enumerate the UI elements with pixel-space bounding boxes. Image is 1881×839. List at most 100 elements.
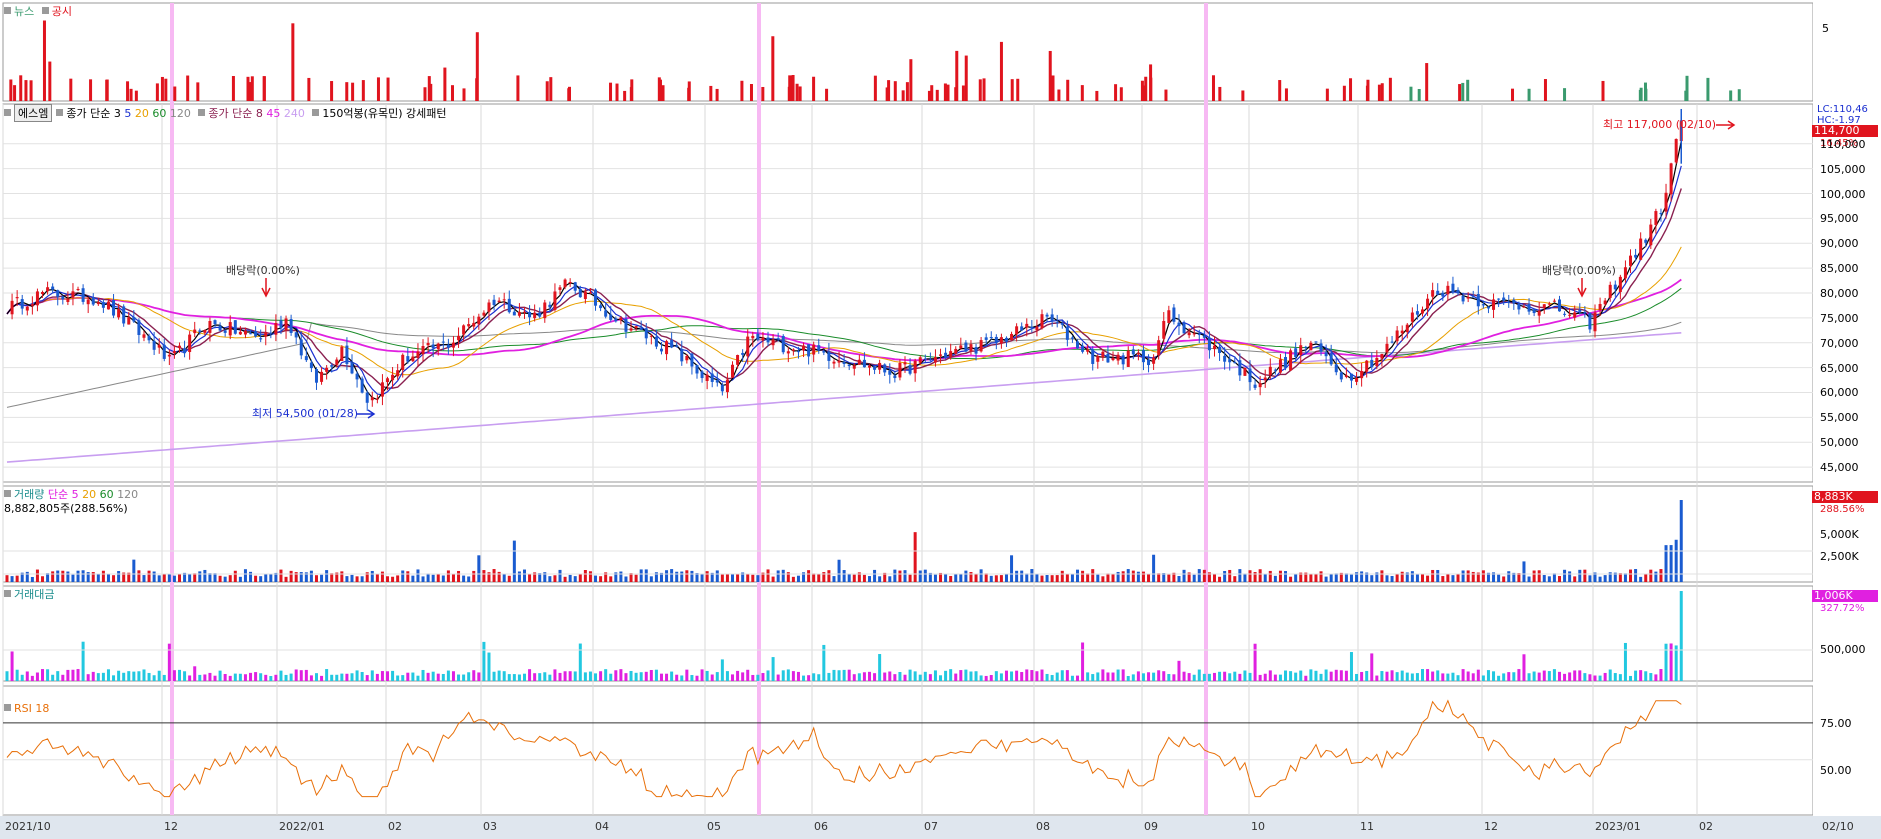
amount-bar xyxy=(1527,673,1531,681)
disclosure-bar xyxy=(1458,84,1462,101)
candle-body xyxy=(1289,350,1293,371)
disclosure-bar xyxy=(307,77,311,101)
candle-body xyxy=(411,356,415,362)
candle-body xyxy=(1436,290,1440,295)
volume-bar xyxy=(583,570,587,582)
amount-bar xyxy=(654,669,658,681)
amount-bar xyxy=(1141,673,1145,681)
amount-bar xyxy=(304,669,308,681)
candle-body xyxy=(563,279,567,288)
amount-bar xyxy=(451,671,455,681)
candle-body xyxy=(35,291,39,306)
candle-body xyxy=(1563,313,1567,315)
disclosure-bar xyxy=(1057,89,1061,101)
news-y-tick: 5 xyxy=(1822,22,1829,35)
x-tick-label: 03 xyxy=(483,820,497,833)
volume-bar xyxy=(1223,570,1227,582)
volume-bar xyxy=(1426,575,1430,582)
candle-body xyxy=(203,330,207,333)
candle-body xyxy=(71,291,75,298)
candle-body xyxy=(350,362,354,374)
disclosure-bar xyxy=(787,86,791,101)
amount-bar xyxy=(1020,672,1024,681)
candle-body xyxy=(822,351,826,353)
low-note: 최저 54,500 (01/28) xyxy=(252,407,359,420)
candle-body xyxy=(492,299,496,306)
disclosure-bar xyxy=(946,84,950,101)
candle-body xyxy=(46,287,50,292)
amount-bar xyxy=(933,670,937,681)
ma-20: 20 xyxy=(134,107,149,120)
disclosure-bar xyxy=(795,83,799,101)
disclosure-bar xyxy=(1016,78,1020,101)
volume-bar xyxy=(467,576,471,582)
volume-bar xyxy=(106,573,110,582)
volume-bar xyxy=(933,574,937,582)
volume-bar xyxy=(446,570,450,582)
candle-body xyxy=(807,344,811,357)
candle-body xyxy=(629,328,633,331)
disclosure-bar xyxy=(901,90,905,101)
x-tick-label: 02 xyxy=(388,820,402,833)
volume-bar xyxy=(330,573,334,582)
amount-bar xyxy=(659,673,663,681)
amount-bar xyxy=(46,669,50,681)
amount-bar xyxy=(1238,673,1242,681)
amount-bar xyxy=(649,669,653,681)
candle-body xyxy=(710,373,714,382)
volume-bar xyxy=(360,576,364,582)
stock-name-tab[interactable]: 에스엠 xyxy=(14,104,53,122)
candle-body xyxy=(1309,342,1313,351)
high-arrow xyxy=(1716,120,1736,130)
volume-bar xyxy=(269,574,273,582)
volume-bar xyxy=(837,559,841,582)
candle-body xyxy=(1456,289,1460,294)
volume-bar xyxy=(675,571,679,582)
candle-body xyxy=(1060,322,1064,325)
candle-body xyxy=(1045,314,1049,317)
disclosure-bar xyxy=(1010,79,1014,101)
amount-bar xyxy=(1395,672,1399,681)
candle-body xyxy=(137,320,141,335)
amount-bar xyxy=(391,670,395,681)
volume-bar xyxy=(756,575,760,582)
disclosure-bar xyxy=(749,84,753,101)
disclosure-bar xyxy=(164,78,168,101)
volume-bar xyxy=(1431,569,1435,582)
volume-bar xyxy=(243,569,247,582)
candle-body xyxy=(436,343,440,350)
amount-bar xyxy=(1634,670,1638,681)
disclosure-bar xyxy=(1211,75,1215,101)
volume-bar xyxy=(502,573,506,582)
candle-body xyxy=(1273,369,1277,371)
amount-bar xyxy=(543,672,547,681)
volume-bar xyxy=(665,570,669,582)
volume-bar xyxy=(908,574,912,582)
candle-body xyxy=(994,336,998,343)
volume-y-tick-1: 5,000K xyxy=(1820,528,1859,541)
price-y-tick: 90,000 xyxy=(1820,237,1859,251)
volume-bar xyxy=(51,571,55,582)
volume-bar xyxy=(700,574,704,582)
volume-bar xyxy=(1218,576,1222,582)
candle-body xyxy=(1111,357,1115,361)
amount-bar xyxy=(243,674,247,681)
amount-bar xyxy=(533,673,537,681)
amount-bar xyxy=(289,673,293,681)
candle-body xyxy=(1268,366,1272,376)
volume-bar xyxy=(548,576,552,582)
volume-bar xyxy=(177,574,181,582)
candle-body xyxy=(233,320,237,334)
disclosure-bar xyxy=(1365,85,1369,101)
candle-body xyxy=(1299,345,1303,356)
amount-bar xyxy=(736,670,740,681)
candle-body xyxy=(959,345,963,349)
candle-body xyxy=(243,330,247,335)
candle-body xyxy=(1248,368,1252,383)
volume-bar xyxy=(725,573,729,582)
amount-bar xyxy=(502,671,506,681)
volume-bar xyxy=(101,570,105,582)
volume-bar xyxy=(76,570,80,582)
candle-body xyxy=(928,359,932,361)
candle-body xyxy=(1415,311,1419,315)
